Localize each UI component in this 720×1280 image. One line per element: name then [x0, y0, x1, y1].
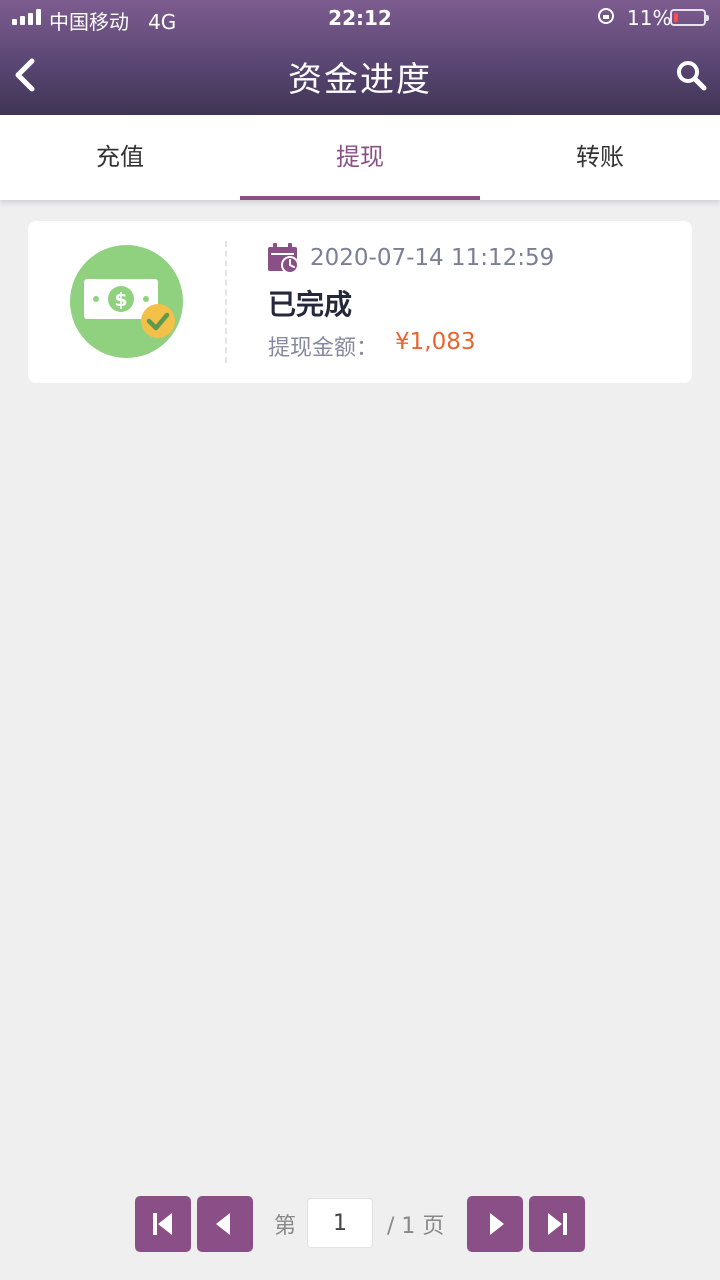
tab-bar: 充值 提现 转账: [0, 115, 720, 200]
prev-page-button[interactable]: [197, 1196, 253, 1252]
page-total: / 1 页: [387, 1214, 445, 1239]
money-check-icon: $: [70, 245, 183, 358]
app-header: 中国移动 4G 22:12 11% 资金进度: [0, 0, 720, 115]
card-divider: [225, 241, 227, 363]
first-page-icon: [153, 1213, 172, 1235]
rotation-lock-icon: [598, 8, 614, 24]
prev-page-icon: [216, 1213, 230, 1235]
last-page-button[interactable]: [529, 1196, 585, 1252]
tab-transfer[interactable]: 转账: [480, 115, 720, 200]
record-card[interactable]: $ 2020-07-14 11:12:59 已完成 提现金额： ¥1,083: [28, 221, 692, 383]
next-page-icon: [490, 1213, 504, 1235]
pagination: 第 / 1 页: [0, 1196, 720, 1252]
battery-icon: [670, 9, 709, 26]
next-page-button[interactable]: [467, 1196, 523, 1252]
last-page-icon: [548, 1213, 567, 1235]
calendar-clock-icon: [268, 243, 299, 274]
amount-value: ¥1,083: [395, 329, 476, 355]
status-bar: 中国移动 4G 22:12 11%: [0, 0, 720, 38]
search-icon: [677, 61, 707, 91]
tab-recharge[interactable]: 充值: [0, 115, 240, 200]
first-page-button[interactable]: [135, 1196, 191, 1252]
page-number-input[interactable]: [307, 1198, 373, 1248]
page-prefix: 第: [274, 1214, 297, 1239]
tab-withdraw[interactable]: 提现: [240, 115, 480, 200]
svg-text:$: $: [114, 289, 127, 311]
record-status: 已完成: [268, 288, 353, 321]
battery-percent: 11%: [627, 6, 672, 30]
search-button[interactable]: [674, 58, 710, 94]
record-datetime: 2020-07-14 11:12:59: [310, 245, 555, 271]
page-title: 资金进度: [288, 60, 432, 100]
amount-label: 提现金额：: [268, 336, 379, 361]
